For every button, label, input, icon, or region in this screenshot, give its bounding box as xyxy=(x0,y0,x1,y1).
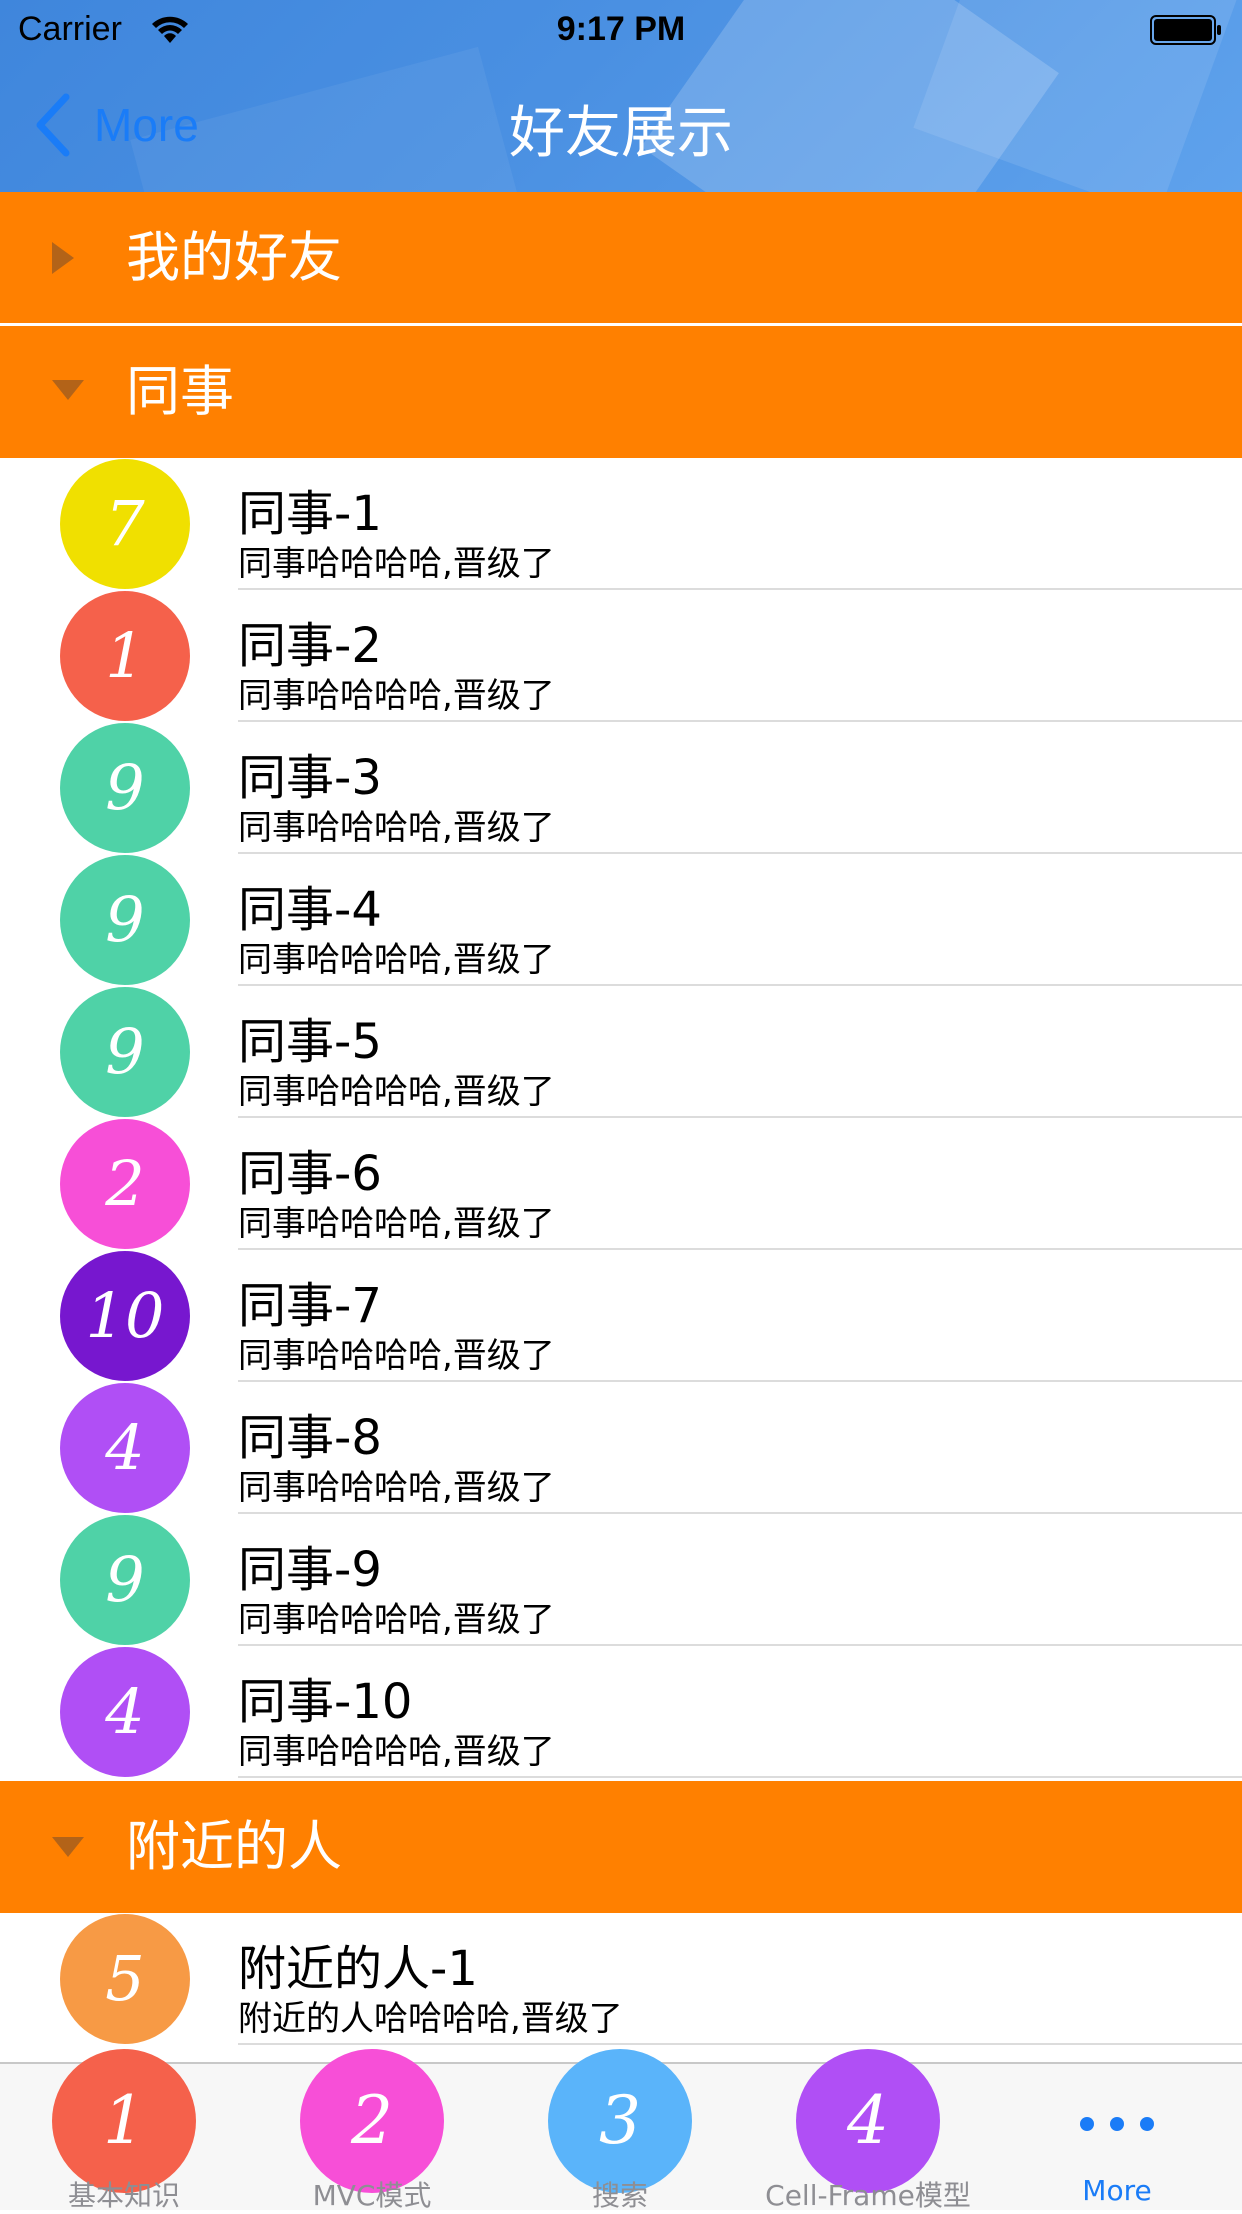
tab-basics[interactable]: 1 基本知识 xyxy=(0,2049,248,2212)
list-item[interactable]: 2 同事-6 同事哈哈哈哈,晋级了 xyxy=(0,1118,1242,1250)
item-title: 同事-10 xyxy=(238,1674,413,1730)
list-item[interactable]: 9 同事-5 同事哈哈哈哈,晋级了 xyxy=(0,986,1242,1118)
tab-cell-frame[interactable]: 4 Cell-Frame模型 xyxy=(744,2049,992,2212)
navigation-bar: More 好友展示 xyxy=(0,60,1242,192)
status-bar: Carrier 9:17 PM xyxy=(0,0,1242,60)
item-title: 同事-6 xyxy=(238,1146,382,1202)
item-subtitle: 同事哈哈哈哈,晋级了 xyxy=(238,676,555,716)
tab-label: 基本知识 xyxy=(67,2179,180,2212)
row-separator xyxy=(238,1776,1242,1778)
tab-label: More xyxy=(1082,2174,1152,2207)
avatar: 9 xyxy=(60,855,190,985)
avatar: 5 xyxy=(60,1914,190,2044)
list-item[interactable]: 10 同事-7 同事哈哈哈哈,晋级了 xyxy=(0,1250,1242,1382)
list-item[interactable]: 9 同事-3 同事哈哈哈哈,晋级了 xyxy=(0,722,1242,854)
page-title: 好友展示 xyxy=(509,101,733,166)
tab-more[interactable]: More xyxy=(992,2064,1242,2210)
item-title: 同事-9 xyxy=(238,1542,382,1598)
avatar: 4 xyxy=(60,1647,190,1777)
item-title: 同事-5 xyxy=(238,1014,382,1070)
list-item[interactable]: 9 同事-4 同事哈哈哈哈,晋级了 xyxy=(0,854,1242,986)
header: Carrier 9:17 PM More 好友展示 xyxy=(0,0,1242,192)
avatar: 2 xyxy=(60,1119,190,1249)
triangle-right-icon xyxy=(52,242,74,274)
section-header-colleagues[interactable]: 同事 xyxy=(0,326,1242,458)
tab-icon-2: 2 xyxy=(300,2049,444,2193)
item-subtitle: 附近的人哈哈哈哈,晋级了 xyxy=(238,1999,623,2039)
section-title: 同事 xyxy=(126,360,234,423)
tab-bar: 1 基本知识 2 MVC模式 3 搜索 4 Cell-Frame模型 More xyxy=(0,2049,1242,2212)
section-title: 我的好友 xyxy=(126,226,342,289)
row-separator xyxy=(238,2043,1242,2045)
avatar: 4 xyxy=(60,1383,190,1513)
item-title: 同事-7 xyxy=(238,1278,382,1334)
avatar: 1 xyxy=(60,591,190,721)
list-item[interactable]: 1 同事-2 同事哈哈哈哈,晋级了 xyxy=(0,590,1242,722)
section-title: 附近的人 xyxy=(126,1815,342,1878)
item-subtitle: 同事哈哈哈哈,晋级了 xyxy=(238,1072,555,1112)
tab-icon-1: 1 xyxy=(52,2049,196,2193)
item-title: 同事-8 xyxy=(238,1410,382,1466)
item-subtitle: 同事哈哈哈哈,晋级了 xyxy=(238,1204,555,1244)
item-title: 同事-2 xyxy=(238,618,382,674)
avatar: 9 xyxy=(60,723,190,853)
tab-label: 搜索 xyxy=(591,2179,648,2212)
tab-icon-3: 3 xyxy=(548,2049,692,2193)
section-header-my-friends[interactable]: 我的好友 xyxy=(0,192,1242,324)
item-subtitle: 同事哈哈哈哈,晋级了 xyxy=(238,1468,555,1508)
item-subtitle: 同事哈哈哈哈,晋级了 xyxy=(238,544,555,584)
avatar: 9 xyxy=(60,987,190,1117)
section-header-nearby[interactable]: 附近的人 xyxy=(0,1781,1242,1913)
tab-label: Cell-Frame模型 xyxy=(765,2179,971,2212)
list-item[interactable]: 5 附近的人-1 附近的人哈哈哈哈,晋级了 xyxy=(0,1913,1242,2045)
list-item[interactable]: 7 同事-1 同事哈哈哈哈,晋级了 xyxy=(0,458,1242,590)
triangle-down-icon xyxy=(52,1837,84,1857)
item-title: 同事-1 xyxy=(238,486,382,542)
item-subtitle: 同事哈哈哈哈,晋级了 xyxy=(238,1732,555,1772)
list-item[interactable]: 9 同事-9 同事哈哈哈哈,晋级了 xyxy=(0,1514,1242,1646)
battery-icon xyxy=(1150,15,1221,45)
item-title: 同事-3 xyxy=(238,750,382,806)
clock: 9:17 PM xyxy=(556,10,686,48)
more-dots-icon xyxy=(992,2116,1242,2135)
tab-icon-4: 4 xyxy=(796,2049,940,2193)
list-item[interactable]: 4 同事-8 同事哈哈哈哈,晋级了 xyxy=(0,1382,1242,1514)
avatar: 9 xyxy=(60,1515,190,1645)
item-subtitle: 同事哈哈哈哈,晋级了 xyxy=(238,808,555,848)
item-subtitle: 同事哈哈哈哈,晋级了 xyxy=(238,1336,555,1376)
list-item[interactable]: 4 同事-10 同事哈哈哈哈,晋级了 xyxy=(0,1646,1242,1778)
tab-search[interactable]: 3 搜索 xyxy=(496,2049,744,2212)
item-subtitle: 同事哈哈哈哈,晋级了 xyxy=(238,1600,555,1640)
item-title: 附近的人-1 xyxy=(238,1941,478,1997)
item-subtitle: 同事哈哈哈哈,晋级了 xyxy=(238,940,555,980)
item-title: 同事-4 xyxy=(238,882,382,938)
tab-mvc[interactable]: 2 MVC模式 xyxy=(248,2049,496,2212)
avatar: 10 xyxy=(60,1251,190,1381)
tab-label: MVC模式 xyxy=(312,2179,432,2212)
triangle-down-icon xyxy=(52,380,84,400)
avatar: 7 xyxy=(60,459,190,589)
